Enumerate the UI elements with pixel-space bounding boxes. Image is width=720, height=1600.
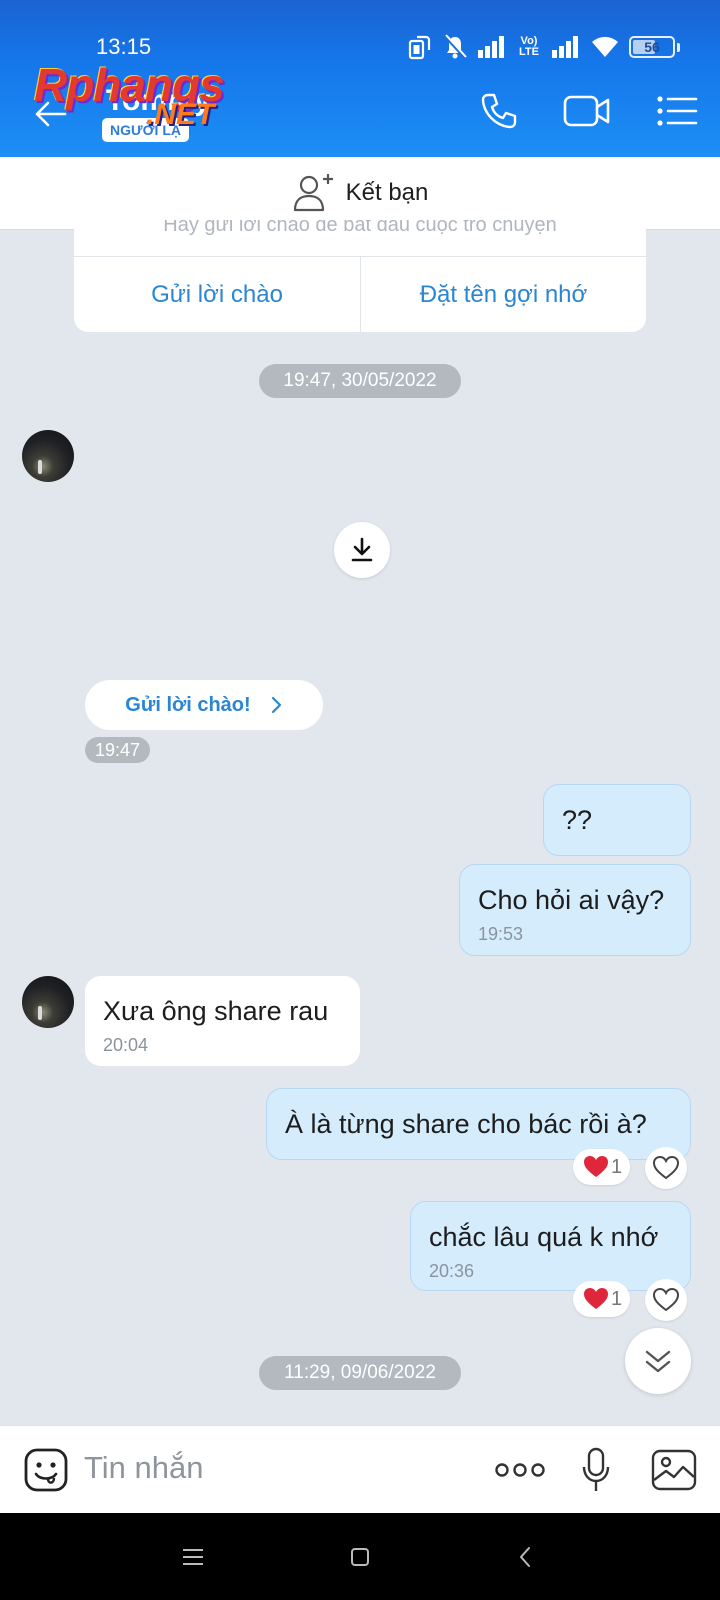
sticker-button[interactable] xyxy=(22,1446,70,1494)
message-text: À là từng share cho bác rồi à? xyxy=(285,1109,647,1139)
signal-icon xyxy=(552,36,578,58)
reaction-summary[interactable]: 1 xyxy=(573,1149,631,1185)
reaction-count: 1 xyxy=(611,1155,623,1178)
message-composer: Tin nhắn xyxy=(0,1425,720,1513)
more-dots-icon xyxy=(495,1463,545,1477)
home-button[interactable] xyxy=(340,1541,380,1573)
greeting-time: 19:47 xyxy=(85,737,151,763)
greeting-card: Hãy gửi lời chào để bắt đầu cuộc trò chu… xyxy=(74,220,646,332)
add-friend-label: Kết bạn xyxy=(345,179,429,206)
more-options-button[interactable] xyxy=(494,1446,546,1494)
video-call-button[interactable] xyxy=(562,88,612,134)
avatar[interactable] xyxy=(22,430,74,482)
set-nickname-button[interactable]: Đặt tên gợi nhớ xyxy=(360,257,646,332)
download-icon xyxy=(351,537,373,562)
double-chevron-down-icon xyxy=(645,1350,671,1373)
message-time: 19:53 xyxy=(478,924,524,944)
message-input[interactable]: Tin nhắn xyxy=(84,1450,204,1486)
phone-icon xyxy=(481,93,517,129)
wifi-icon xyxy=(592,36,618,57)
gallery-button[interactable] xyxy=(650,1446,698,1494)
greeting-hint: Hãy gửi lời chào để bắt đầu cuộc trò chu… xyxy=(163,220,557,236)
heart-outline-icon xyxy=(653,1156,679,1180)
system-back-button[interactable] xyxy=(505,1541,545,1573)
add-user-icon xyxy=(293,174,333,212)
signal-icon xyxy=(478,36,504,58)
red-heart-icon xyxy=(584,1156,608,1177)
list-menu-icon xyxy=(657,96,698,126)
message-bubble-out[interactable]: À là từng share cho bác rồi à? xyxy=(266,1088,691,1160)
message-time: 20:04 xyxy=(103,1035,149,1055)
watermark-logo: Rphangs .NET xyxy=(34,58,254,138)
chevron-right-icon xyxy=(271,696,281,714)
reaction-count: 1 xyxy=(611,1287,623,1310)
menu-button[interactable] xyxy=(652,88,702,134)
send-greeting-chip[interactable]: Gửi lời chào! xyxy=(85,680,323,730)
message-text: Cho hỏi ai vậy? xyxy=(478,885,665,915)
volte-icon: Vo) LTE xyxy=(517,36,541,58)
system-navigation-bar xyxy=(0,1513,720,1600)
send-greeting-button[interactable]: Gửi lời chào xyxy=(74,257,360,332)
battery-icon: 56 xyxy=(629,36,675,58)
home-square-icon xyxy=(351,1548,369,1566)
date-separator: 19:47, 30/05/2022 xyxy=(259,364,461,398)
recents-icon xyxy=(183,1549,203,1565)
avatar[interactable] xyxy=(22,976,74,1028)
message-bubble-out[interactable]: ?? xyxy=(543,784,691,856)
message-text: chắc lâu quá k nhớ xyxy=(429,1222,659,1252)
message-bubble-in[interactable]: Xưa ông share rau 20:04 xyxy=(85,976,360,1066)
back-chevron-icon xyxy=(520,1547,530,1567)
react-button[interactable] xyxy=(645,1279,687,1321)
status-time: 13:15 xyxy=(96,34,152,59)
call-button[interactable] xyxy=(474,88,524,134)
download-button[interactable] xyxy=(334,522,390,578)
screen-rotate-icon xyxy=(408,35,431,60)
sticker-smile-icon xyxy=(24,1448,68,1492)
microphone-icon xyxy=(582,1447,610,1491)
reaction-summary[interactable]: 1 xyxy=(573,1281,631,1317)
message-text: ?? xyxy=(562,805,593,835)
red-heart-icon xyxy=(584,1288,608,1309)
react-button[interactable] xyxy=(645,1147,687,1189)
chat-header: 13:15 Vo) LTE 56 Tommy NGƯỜI LẠ Rphangs … xyxy=(0,0,720,157)
mute-bell-icon xyxy=(443,34,467,60)
video-camera-icon xyxy=(563,95,610,127)
message-text: Xưa ông share rau xyxy=(103,996,329,1026)
status-icons: Vo) LTE 56 xyxy=(407,34,680,60)
message-time: 20:36 xyxy=(429,1261,475,1281)
message-bubble-out[interactable]: chắc lâu quá k nhớ 20:36 xyxy=(410,1201,691,1291)
scroll-to-bottom-button[interactable] xyxy=(625,1328,691,1394)
greeting-chip-label: Gửi lời chào! xyxy=(125,693,251,716)
recent-apps-button[interactable] xyxy=(173,1541,213,1573)
watermark-sub: .NET xyxy=(146,98,215,131)
date-separator: 11:29, 09/06/2022 xyxy=(259,1356,461,1390)
battery-level: 56 xyxy=(644,39,660,55)
heart-outline-icon xyxy=(653,1288,679,1312)
volte-label: Vo) LTE xyxy=(519,35,539,58)
voice-button[interactable] xyxy=(578,1446,614,1494)
image-icon xyxy=(651,1449,697,1491)
message-bubble-out[interactable]: Cho hỏi ai vậy? 19:53 xyxy=(459,864,691,956)
